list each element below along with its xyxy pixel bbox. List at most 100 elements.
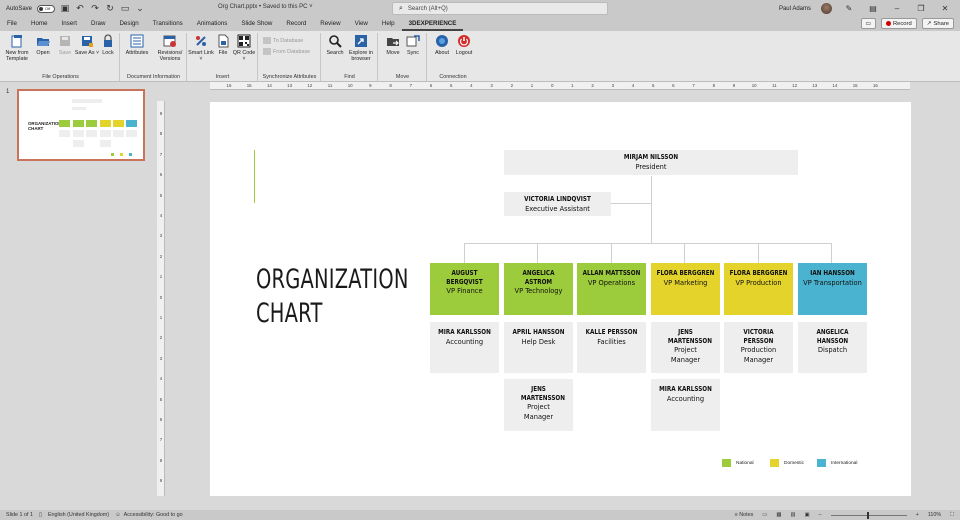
tab-draw[interactable]: Draw: [84, 17, 112, 31]
ruler-tick: 6: [159, 172, 163, 178]
ruler-tick: 1: [530, 83, 534, 88]
customize-icon[interactable]: ⌄: [135, 3, 145, 14]
tab-home[interactable]: Home: [24, 17, 55, 31]
reading-view-icon[interactable]: ▤: [790, 512, 795, 518]
document-title[interactable]: Org Chart.pptx • Saved to this PC ˅: [218, 4, 313, 10]
language-status[interactable]: English (United Kingdom): [42, 512, 109, 518]
slide-thumbnail[interactable]: ORGANIZATION CHART: [17, 89, 145, 161]
group-label-connection: Connection: [439, 74, 467, 80]
pen-icon[interactable]: ✎: [842, 4, 856, 13]
legend-item: International: [817, 459, 857, 467]
vertical-ruler[interactable]: 9 8 7 6 5 4 3 2 1 0 1 2 3 4 5 6 7 8 9: [157, 101, 165, 496]
spelling-icon[interactable]: ▯: [33, 512, 42, 518]
search-icon: ⌕: [399, 4, 403, 12]
search-button[interactable]: Search: [322, 34, 348, 56]
report-box[interactable]: MIRA KARLSSON Accounting: [651, 379, 720, 431]
new-from-template-button[interactable]: New from Template: [4, 34, 30, 62]
user-name[interactable]: Paul Adams: [779, 6, 811, 12]
to-database-icon: [263, 37, 271, 44]
tab-insert[interactable]: Insert: [55, 17, 84, 31]
report-box[interactable]: JENS MARTENSSON Project Manager: [504, 379, 573, 431]
slide-title[interactable]: ORGANIZATION CHART: [256, 263, 408, 331]
report-box[interactable]: APRIL HANSSON Help Desk: [504, 322, 573, 373]
zoom-in-icon[interactable]: +: [916, 512, 919, 518]
vp-box[interactable]: AUGUST BERGQVIST VP Finance: [430, 263, 499, 315]
tab-transitions[interactable]: Transitions: [146, 17, 190, 31]
search-box[interactable]: ⌕ Search (Alt+Q): [392, 2, 608, 15]
zoom-level[interactable]: 110%: [928, 512, 941, 518]
tab-record[interactable]: Record: [279, 17, 313, 31]
president-box[interactable]: MIRJAM NILSSON President: [504, 150, 798, 175]
tab-3dexperience[interactable]: 3DEXPERIENCE: [401, 17, 464, 31]
vp-box[interactable]: FLORA BERGGREN VP Marketing: [651, 263, 720, 315]
ruler-tick: 16: [226, 83, 232, 88]
restore-icon[interactable]: ❐: [914, 4, 928, 13]
from-database-button[interactable]: From Database: [263, 48, 310, 55]
ribbon-display-icon[interactable]: ▤: [866, 4, 880, 13]
horizontal-ruler[interactable]: 16 15 14 13 12 11 10 9 8 7 6 5 4 3 2 1 0 1 2 3 4 5 6 7 8 9 10 11 12 1…: [210, 82, 910, 90]
report-box[interactable]: JENS MARTENSSON Project Manager: [651, 322, 720, 373]
vp-box[interactable]: ANGELICA ASTROM VP Technology: [504, 263, 573, 315]
to-database-button[interactable]: To Database: [263, 37, 303, 44]
tab-animations[interactable]: Animations: [190, 17, 235, 31]
assistant-box[interactable]: VICTORIA LINDQVIST Executive Assistant: [504, 192, 611, 216]
report-box[interactable]: MIRA KARLSSON Accounting: [430, 322, 499, 373]
tab-design[interactable]: Design: [112, 17, 145, 31]
report-box[interactable]: VICTORIA PERSSON Production Manager: [724, 322, 793, 373]
revisions-versions-button[interactable]: Revisions/ Versions: [154, 34, 186, 62]
comments-button[interactable]: ▭: [860, 18, 876, 29]
vp-box[interactable]: ALLAN MATTSSON VP Operations: [577, 263, 646, 315]
slide-canvas[interactable]: ORGANIZATION CHART MIRJAM NILSSON Presid…: [210, 102, 911, 496]
fit-slide-icon[interactable]: ⛶: [950, 512, 954, 519]
group-label-document-information: Document Information: [126, 74, 181, 80]
sorter-view-icon[interactable]: ▦: [776, 512, 781, 518]
minimize-icon[interactable]: –: [890, 4, 904, 13]
sync-button[interactable]: Sync: [400, 34, 426, 56]
notes-button[interactable]: ≡ Notes: [735, 512, 754, 518]
tab-slide-show[interactable]: Slide Show: [234, 17, 279, 31]
slideshow-icon[interactable]: ▭: [120, 3, 130, 14]
tab-view[interactable]: View: [348, 17, 375, 31]
ruler-tick: 6: [672, 83, 675, 88]
save-icon[interactable]: ▣: [60, 3, 70, 14]
lock-button[interactable]: Lock: [95, 34, 121, 56]
share-button[interactable]: ↗ Share: [921, 18, 954, 29]
vp-box[interactable]: FLORA BERGGREN VP Production: [724, 263, 793, 315]
undo-icon[interactable]: ↶: [75, 3, 85, 14]
zoom-slider[interactable]: [830, 511, 907, 519]
person-role: Facilities: [597, 336, 626, 346]
zoom-out-icon[interactable]: –: [819, 512, 822, 518]
tab-review[interactable]: Review: [313, 17, 347, 31]
accessibility-icon: ☺: [115, 512, 121, 518]
vp-box[interactable]: IAN HANSSON VP Transportation: [798, 263, 867, 315]
qr-code-button[interactable]: QR Code ˅: [231, 34, 257, 62]
redo-icon[interactable]: ↷: [90, 3, 100, 14]
tab-file[interactable]: File: [0, 17, 24, 31]
normal-view-icon[interactable]: ▭: [762, 512, 767, 518]
record-button[interactable]: Record: [880, 18, 917, 29]
avatar[interactable]: [821, 3, 832, 14]
slideshow-view-icon[interactable]: ▣: [805, 512, 810, 518]
refresh-icon[interactable]: ↻: [105, 3, 115, 14]
ruler-tick: 14: [266, 83, 272, 88]
ruler-tick: 3: [159, 233, 163, 239]
report-box[interactable]: KALLE PERSSON Facilities: [577, 322, 646, 373]
ruler-tick: 3: [159, 355, 163, 361]
ruler-tick: 8: [159, 131, 163, 137]
thumbnail-legend-swatch: [111, 153, 114, 156]
tab-help[interactable]: Help: [375, 17, 402, 31]
report-box[interactable]: ANGELICA HANSSON Dispatch: [798, 322, 867, 373]
person-name: ANGELICA ASTROM: [522, 269, 555, 286]
autosave-toggle[interactable]: Off: [37, 4, 56, 13]
accessibility-status[interactable]: ☺ Accessibility: Good to go: [109, 512, 183, 518]
close-icon[interactable]: ✕: [938, 4, 952, 13]
ruler-tick: 2: [591, 83, 594, 88]
person-role: President: [635, 161, 667, 171]
ruler-tick: 9: [159, 111, 163, 116]
explore-in-browser-button[interactable]: Explore in browser: [346, 34, 376, 62]
attributes-button[interactable]: Attributes: [124, 34, 150, 56]
ruler-tick: 2: [510, 83, 514, 88]
thumbnail-box: [100, 130, 111, 137]
thumbnail-box: [73, 130, 84, 137]
logout-button[interactable]: Logout: [451, 34, 477, 56]
